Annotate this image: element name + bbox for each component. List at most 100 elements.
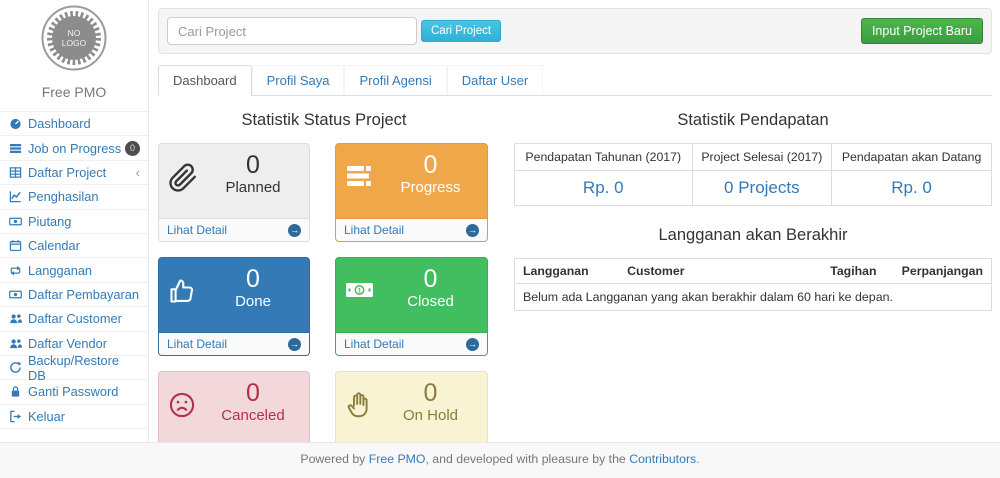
status-card-done: 0 Done Lihat Detail → — [158, 257, 310, 356]
lihat-detail-link[interactable]: Lihat Detail → — [336, 332, 487, 355]
sidebar-item-label: Piutang — [28, 214, 71, 229]
sidebar-item-label: Daftar Project — [28, 165, 106, 180]
free-pmo-dashboard: NO LOGO Free PMO Dashboard Job on Progre… — [0, 0, 1000, 478]
money-icon — [9, 215, 22, 228]
sidebar-item-label: Penghasilan — [28, 189, 98, 204]
svg-text:NO: NO — [68, 28, 81, 38]
sidebar-item-label: Ganti Password — [28, 384, 118, 399]
users-icon — [9, 337, 22, 350]
sidebar-item-label: Backup/Restore DB — [28, 353, 140, 383]
tab-profil-agensi[interactable]: Profil Agensi — [344, 65, 446, 95]
svg-text:1: 1 — [358, 287, 362, 294]
top-toolbar: Cari Project Input Project Baru — [158, 8, 992, 54]
status-card-planned: 0 Planned Lihat Detail → — [158, 143, 310, 242]
tab-bar: Dashboard Profil Saya Profil Agensi Daft… — [158, 65, 992, 96]
status-card-closed: 1 0 Closed Lihat Detail → — [335, 257, 488, 356]
status-section: Statistik Status Project 0 Planned Lihat… — [158, 109, 490, 470]
status-count: 0 — [201, 266, 305, 292]
lihat-detail-link[interactable]: Lihat Detail → — [336, 218, 487, 241]
users-icon — [9, 312, 22, 325]
status-count: 0 — [378, 380, 483, 406]
sidebar-item-penghasilan[interactable]: Penghasilan — [0, 184, 148, 208]
svg-text:LOGO: LOGO — [62, 38, 87, 48]
new-project-button[interactable]: Input Project Baru — [861, 18, 983, 44]
status-label: Planned — [201, 179, 305, 196]
column-header: Perpanjangan — [894, 259, 992, 284]
income-table: Pendapatan Tahunan (2017) Project Selesa… — [514, 143, 992, 206]
sidebar-item-dashboard[interactable]: Dashboard — [0, 111, 148, 135]
income-header: Project Selesai (2017) — [692, 144, 832, 171]
income-section-title: Statistik Pendapatan — [514, 111, 992, 130]
sidebar-item-label: Keluar — [28, 409, 65, 424]
sidebar-item-label: Calendar — [28, 238, 80, 253]
sidebar-item-langganan[interactable]: Langganan — [0, 257, 148, 281]
arrow-circle-right-icon: → — [466, 338, 479, 351]
calendar-icon — [9, 239, 22, 252]
frown-face-icon — [168, 391, 196, 419]
status-count: 0 — [201, 152, 305, 178]
status-cards-grid: 0 Planned Lihat Detail → — [158, 143, 490, 470]
sign-out-icon — [9, 410, 22, 423]
sidebar-item-daftar-customer[interactable]: Daftar Customer — [0, 306, 148, 330]
line-chart-icon — [9, 190, 22, 203]
status-card-progress: 0 Progress Lihat Detail → — [335, 143, 488, 242]
column-header: Customer — [619, 259, 822, 284]
lihat-detail-link[interactable]: Lihat Detail → — [159, 218, 309, 241]
column-header: Tagihan — [822, 259, 893, 284]
subscription-header-row: Langganan Customer Tagihan Perpanjangan — [515, 259, 992, 284]
income-header: Pendapatan akan Datang — [832, 144, 992, 171]
free-pmo-link[interactable]: Free PMO — [369, 452, 426, 466]
thumbs-up-icon — [168, 277, 196, 305]
arrow-circle-right-icon: → — [288, 224, 301, 237]
arrow-circle-right-icon: → — [466, 224, 479, 237]
status-label: Closed — [378, 293, 483, 310]
income-value: 0 Projects — [692, 171, 832, 206]
search-button[interactable]: Cari Project — [421, 20, 501, 42]
sidebar-item-label: Daftar Vendor — [28, 336, 107, 351]
sidebar-item-job-on-progress[interactable]: Job on Progress 0 — [0, 135, 148, 159]
sidebar-item-ganti-password[interactable]: Ganti Password — [0, 379, 148, 403]
tab-profil-saya[interactable]: Profil Saya — [252, 65, 345, 95]
subscription-empty-row: Belum ada Langganan yang akan berakhir d… — [515, 284, 992, 311]
contributors-link[interactable]: Contributors — [629, 452, 696, 466]
tab-daftar-user[interactable]: Daftar User — [447, 65, 543, 95]
sidebar-item-daftar-pembayaran[interactable]: Daftar Pembayaran — [0, 282, 148, 306]
sidebar-item-keluar[interactable]: Keluar — [0, 404, 148, 429]
empty-message: Belum ada Langganan yang akan berakhir d… — [515, 284, 992, 311]
sidebar-item-daftar-vendor[interactable]: Daftar Vendor — [0, 331, 148, 355]
sidebar-item-backup-restore[interactable]: Backup/Restore DB — [0, 355, 148, 379]
status-label: Done — [201, 293, 305, 310]
sidebar-item-piutang[interactable]: Piutang — [0, 209, 148, 233]
paperclip-icon — [168, 163, 198, 193]
sidebar-item-label: Job on Progress — [28, 141, 121, 156]
logo: NO LOGO — [0, 0, 148, 76]
sidebar-menu: Dashboard Job on Progress 0 Daftar Proje… — [0, 111, 148, 429]
sidebar-item-daftar-project[interactable]: Daftar Project ‹ — [0, 160, 148, 184]
search-input[interactable] — [167, 17, 417, 45]
status-count: 0 — [378, 266, 483, 292]
money-icon — [9, 288, 22, 301]
no-logo-badge-icon: NO LOGO — [41, 5, 107, 71]
column-header: Langganan — [515, 259, 620, 284]
chevron-left-icon: ‹ — [136, 166, 140, 179]
retweet-icon — [9, 264, 22, 277]
income-section: Statistik Pendapatan Pendapatan Tahunan … — [514, 109, 992, 470]
status-label: On Hold — [378, 407, 483, 424]
status-count: 0 — [201, 380, 305, 406]
money-icon: 1 — [345, 277, 375, 303]
sidebar-item-calendar[interactable]: Calendar — [0, 233, 148, 257]
subscription-section-title: Langganan akan Berakhir — [514, 226, 992, 245]
sidebar-item-label: Langganan — [28, 263, 92, 278]
sidebar-item-label: Dashboard — [28, 116, 91, 131]
income-header: Pendapatan Tahunan (2017) — [515, 144, 693, 171]
tasks-icon — [9, 142, 22, 155]
lihat-detail-link[interactable]: Lihat Detail → — [159, 332, 309, 355]
dashboard-icon — [9, 117, 22, 130]
income-value: Rp. 0 — [515, 171, 693, 206]
sidebar-item-label: Daftar Customer — [28, 311, 122, 326]
status-label: Canceled — [201, 407, 305, 424]
income-value: Rp. 0 — [832, 171, 992, 206]
job-count-badge: 0 — [125, 141, 140, 156]
tasks-icon — [345, 163, 373, 189]
tab-dashboard[interactable]: Dashboard — [158, 65, 252, 96]
